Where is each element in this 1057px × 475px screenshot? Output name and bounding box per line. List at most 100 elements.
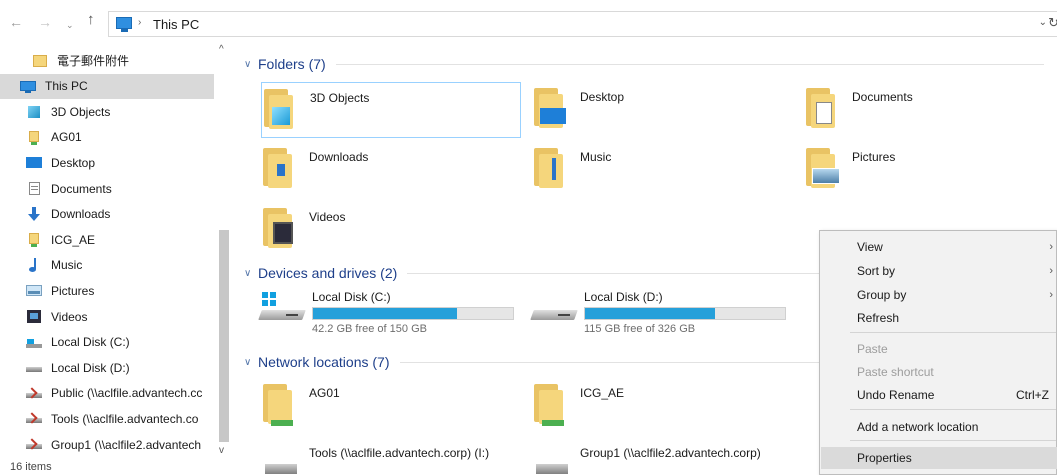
navigation-pane: 電子郵件附件 This PC 3D Objects AG01 Desktop Docume… [0,42,232,460]
menu-separator [850,440,1056,441]
scroll-down-icon[interactable]: v [219,445,224,456]
nav-item-download[interactable]: Downloads [0,202,214,227]
nav-item-network-drive[interactable]: Group1 (\\aclfile2.advantech [0,432,214,457]
folder-tile-pictures[interactable]: Pictures [804,142,1044,198]
forward-arrow-icon[interactable]: → [38,15,52,29]
nav-item-network-drive[interactable]: Public (\\aclfile.advantech.cc [0,381,214,406]
network-tile-0[interactable]: AG01 [261,378,521,434]
network-tile-3[interactable]: Group1 (\\aclfile2.advantech.corp) [532,438,792,475]
folder-tile-3d-objects[interactable]: 3D Objects [261,82,521,138]
chevron-down-icon[interactable]: ∨ [244,59,258,70]
back-arrow-icon[interactable]: ← [9,15,23,29]
folder-tile-label: Music [580,150,612,164]
downloads-badge-icon [277,164,285,176]
nav-item-document[interactable]: Documents [0,176,214,201]
drive-tile-c[interactable]: Local Disk (C:) 42.2 GB free of 150 GB [258,290,520,335]
chevron-down-icon[interactable]: ∨ [244,357,258,368]
menu-separator [850,409,1056,410]
nav-item-system-drive[interactable]: Local Disk (C:) [0,330,214,355]
folder-icon [32,53,49,68]
chevron-down-icon[interactable]: ∨ [244,268,258,279]
nav-item-computer[interactable]: This PC [0,73,214,99]
nav-item-folder[interactable]: 電子郵件附件 [0,48,214,73]
nav-item-picture[interactable]: Pictures [0,278,214,303]
menu-item-sort-by[interactable]: Sort by › [821,260,1057,282]
menu-item-paste: Paste [821,338,1057,360]
desktop-icon-part [26,157,42,169]
chevron-right-icon: › [1049,241,1053,253]
network-tile-label: Group1 (\\aclfile2.advantech.corp) [580,446,761,460]
nav-item-label: Local Disk (C:) [51,335,130,350]
network-tile-label: ICG_AE [580,386,625,400]
nav-item-cube[interactable]: 3D Objects [0,99,214,124]
chevron-right-icon: › [1049,265,1053,277]
folder-tile-music[interactable]: Music [532,142,772,198]
network-drive-icon [26,386,43,401]
computer-icon [116,17,132,32]
menu-item-view[interactable]: View › [821,236,1057,258]
network-tile-label: AG01 [309,386,340,400]
breadcrumb-this-pc[interactable]: This PC [153,17,199,32]
nav-item-video[interactable]: Videos [0,304,214,329]
documents-badge-icon [816,102,832,124]
menu-item-add-a-network-location[interactable]: Add a network location [821,416,1057,438]
network-folder-icon [263,384,299,426]
nav-item-music[interactable]: Music [0,253,214,278]
nav-item-network-folder[interactable]: AG01 [0,125,214,150]
windows-logo-pane [262,292,268,298]
folder-tile-videos[interactable]: Videos [261,202,501,258]
address-bar[interactable]: › This PC ⌄ ↻ [108,11,1057,37]
drive-icon [530,306,578,322]
document-icon [26,181,43,196]
drive-icon [26,360,43,375]
network-drive-icon [26,437,43,452]
desktop-badge-icon [540,108,566,124]
recent-locations-chevron-icon[interactable]: ⌄ [66,18,74,32]
up-arrow-icon[interactable]: ↑ [87,12,95,27]
cube-icon [26,104,43,119]
menu-item-undo-rename[interactable]: Undo Rename Ctrl+Z [821,384,1057,406]
menu-item-group-by[interactable]: Group by › [821,284,1057,306]
network-folder-icon [534,384,570,426]
nav-item-label: Group1 (\\aclfile2.advantech [51,437,202,452]
network-drive-body [265,464,297,474]
system-drive-icon-part [26,343,42,348]
document-icon-part [31,189,38,190]
download-icon [26,206,43,222]
menu-item-properties[interactable]: Properties [821,447,1057,469]
navigation-scrollbar[interactable]: ^ v [217,42,232,460]
network-folder-icon-part [29,130,39,142]
drive-icon-part [26,367,42,373]
download-icon-part [28,213,40,221]
network-folder-icon-part [29,233,39,245]
windows-logo-pane [270,292,276,298]
nav-item-label: 電子郵件附件 [57,54,130,68]
menu-item-label: Undo Rename [857,388,935,402]
picture-icon-part [28,291,40,295]
nav-item-network-folder[interactable]: ICG_AE [0,227,214,252]
address-bar-region: ← → ⌄ ↑ › This PC ⌄ ↻ [0,0,1057,42]
folder-tile-documents[interactable]: Documents [804,82,1044,138]
network-tile-2[interactable]: Tools (\\aclfile.advantech.corp) (I:) [261,438,521,475]
nav-item-desktop[interactable]: Desktop [0,150,214,175]
scrollbar-thumb[interactable] [219,230,229,442]
breadcrumb-chevron-icon[interactable]: › [138,17,141,28]
drive-tile-d[interactable]: Local Disk (D:) 115 GB free of 326 GB [530,290,792,335]
network-drive-icon [534,444,570,475]
address-dropdown-icon[interactable]: ⌄ [1039,17,1047,28]
pictures-badge-icon [812,168,840,184]
menu-item-refresh[interactable]: Refresh [821,307,1057,329]
scroll-up-icon[interactable]: ^ [219,44,224,55]
network-pipe-icon [542,420,564,426]
folder-tile-downloads[interactable]: Downloads [261,142,501,198]
system-drive-icon [26,335,43,350]
folder-tile-desktop[interactable]: Desktop [532,82,772,138]
desktop-icon [26,155,43,170]
folders-group-header[interactable]: ∨ Folders (7) [244,54,1044,74]
nav-item-drive[interactable]: Local Disk (D:) [0,355,214,380]
refresh-icon[interactable]: ↻ [1048,15,1057,31]
network-tile-1[interactable]: ICG_AE [532,378,792,434]
nav-item-label: AG01 [51,130,82,145]
menu-separator [850,332,1056,333]
nav-item-network-drive[interactable]: Tools (\\aclfile.advantech.co [0,406,214,431]
